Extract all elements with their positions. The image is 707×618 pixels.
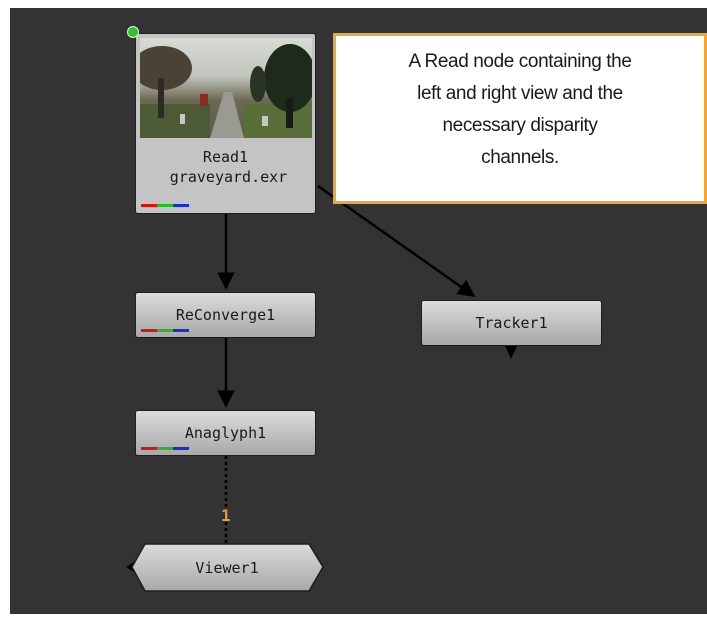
read-thumbnail (140, 38, 312, 138)
tracker-output-arrow (505, 346, 517, 359)
selected-node-dot (127, 26, 139, 38)
reconverge-node[interactable]: ReConverge1 (135, 292, 316, 338)
node-graph: Read1 graveyard.exr A Read node containi… (0, 0, 707, 618)
note-line-3: necessary disparity (442, 115, 598, 136)
read-node-name: Read1 (202, 148, 249, 166)
channel-red-indicator (141, 329, 157, 332)
channel-blue-indicator (173, 329, 189, 332)
channel-red-indicator (141, 447, 157, 450)
channel-green-indicator (157, 447, 173, 450)
viewer-node-name: Viewer1 (195, 559, 258, 577)
read-node-file: graveyard.exr (169, 168, 288, 186)
channel-blue-indicator (173, 204, 189, 207)
tracker-node[interactable]: Tracker1 (421, 300, 602, 346)
channel-blue-indicator (173, 447, 189, 450)
note-line-4: channels. (481, 147, 559, 168)
note-line-1: A Read node containing the (408, 51, 632, 72)
note-line-2: left and right view and the (417, 83, 623, 104)
sticky-note[interactable]: A Read node containing the left and righ… (333, 33, 707, 204)
read-node[interactable]: Read1 graveyard.exr (135, 33, 316, 214)
channel-green-indicator (157, 204, 173, 207)
channel-green-indicator (157, 329, 173, 332)
channel-red-indicator (141, 204, 157, 207)
anaglyph-node[interactable]: Anaglyph1 (135, 410, 316, 456)
viewer-node[interactable]: Viewer1 (131, 543, 327, 593)
viewer-input-index: 1 (221, 506, 231, 525)
tracker-node-name: Tracker1 (475, 314, 548, 332)
